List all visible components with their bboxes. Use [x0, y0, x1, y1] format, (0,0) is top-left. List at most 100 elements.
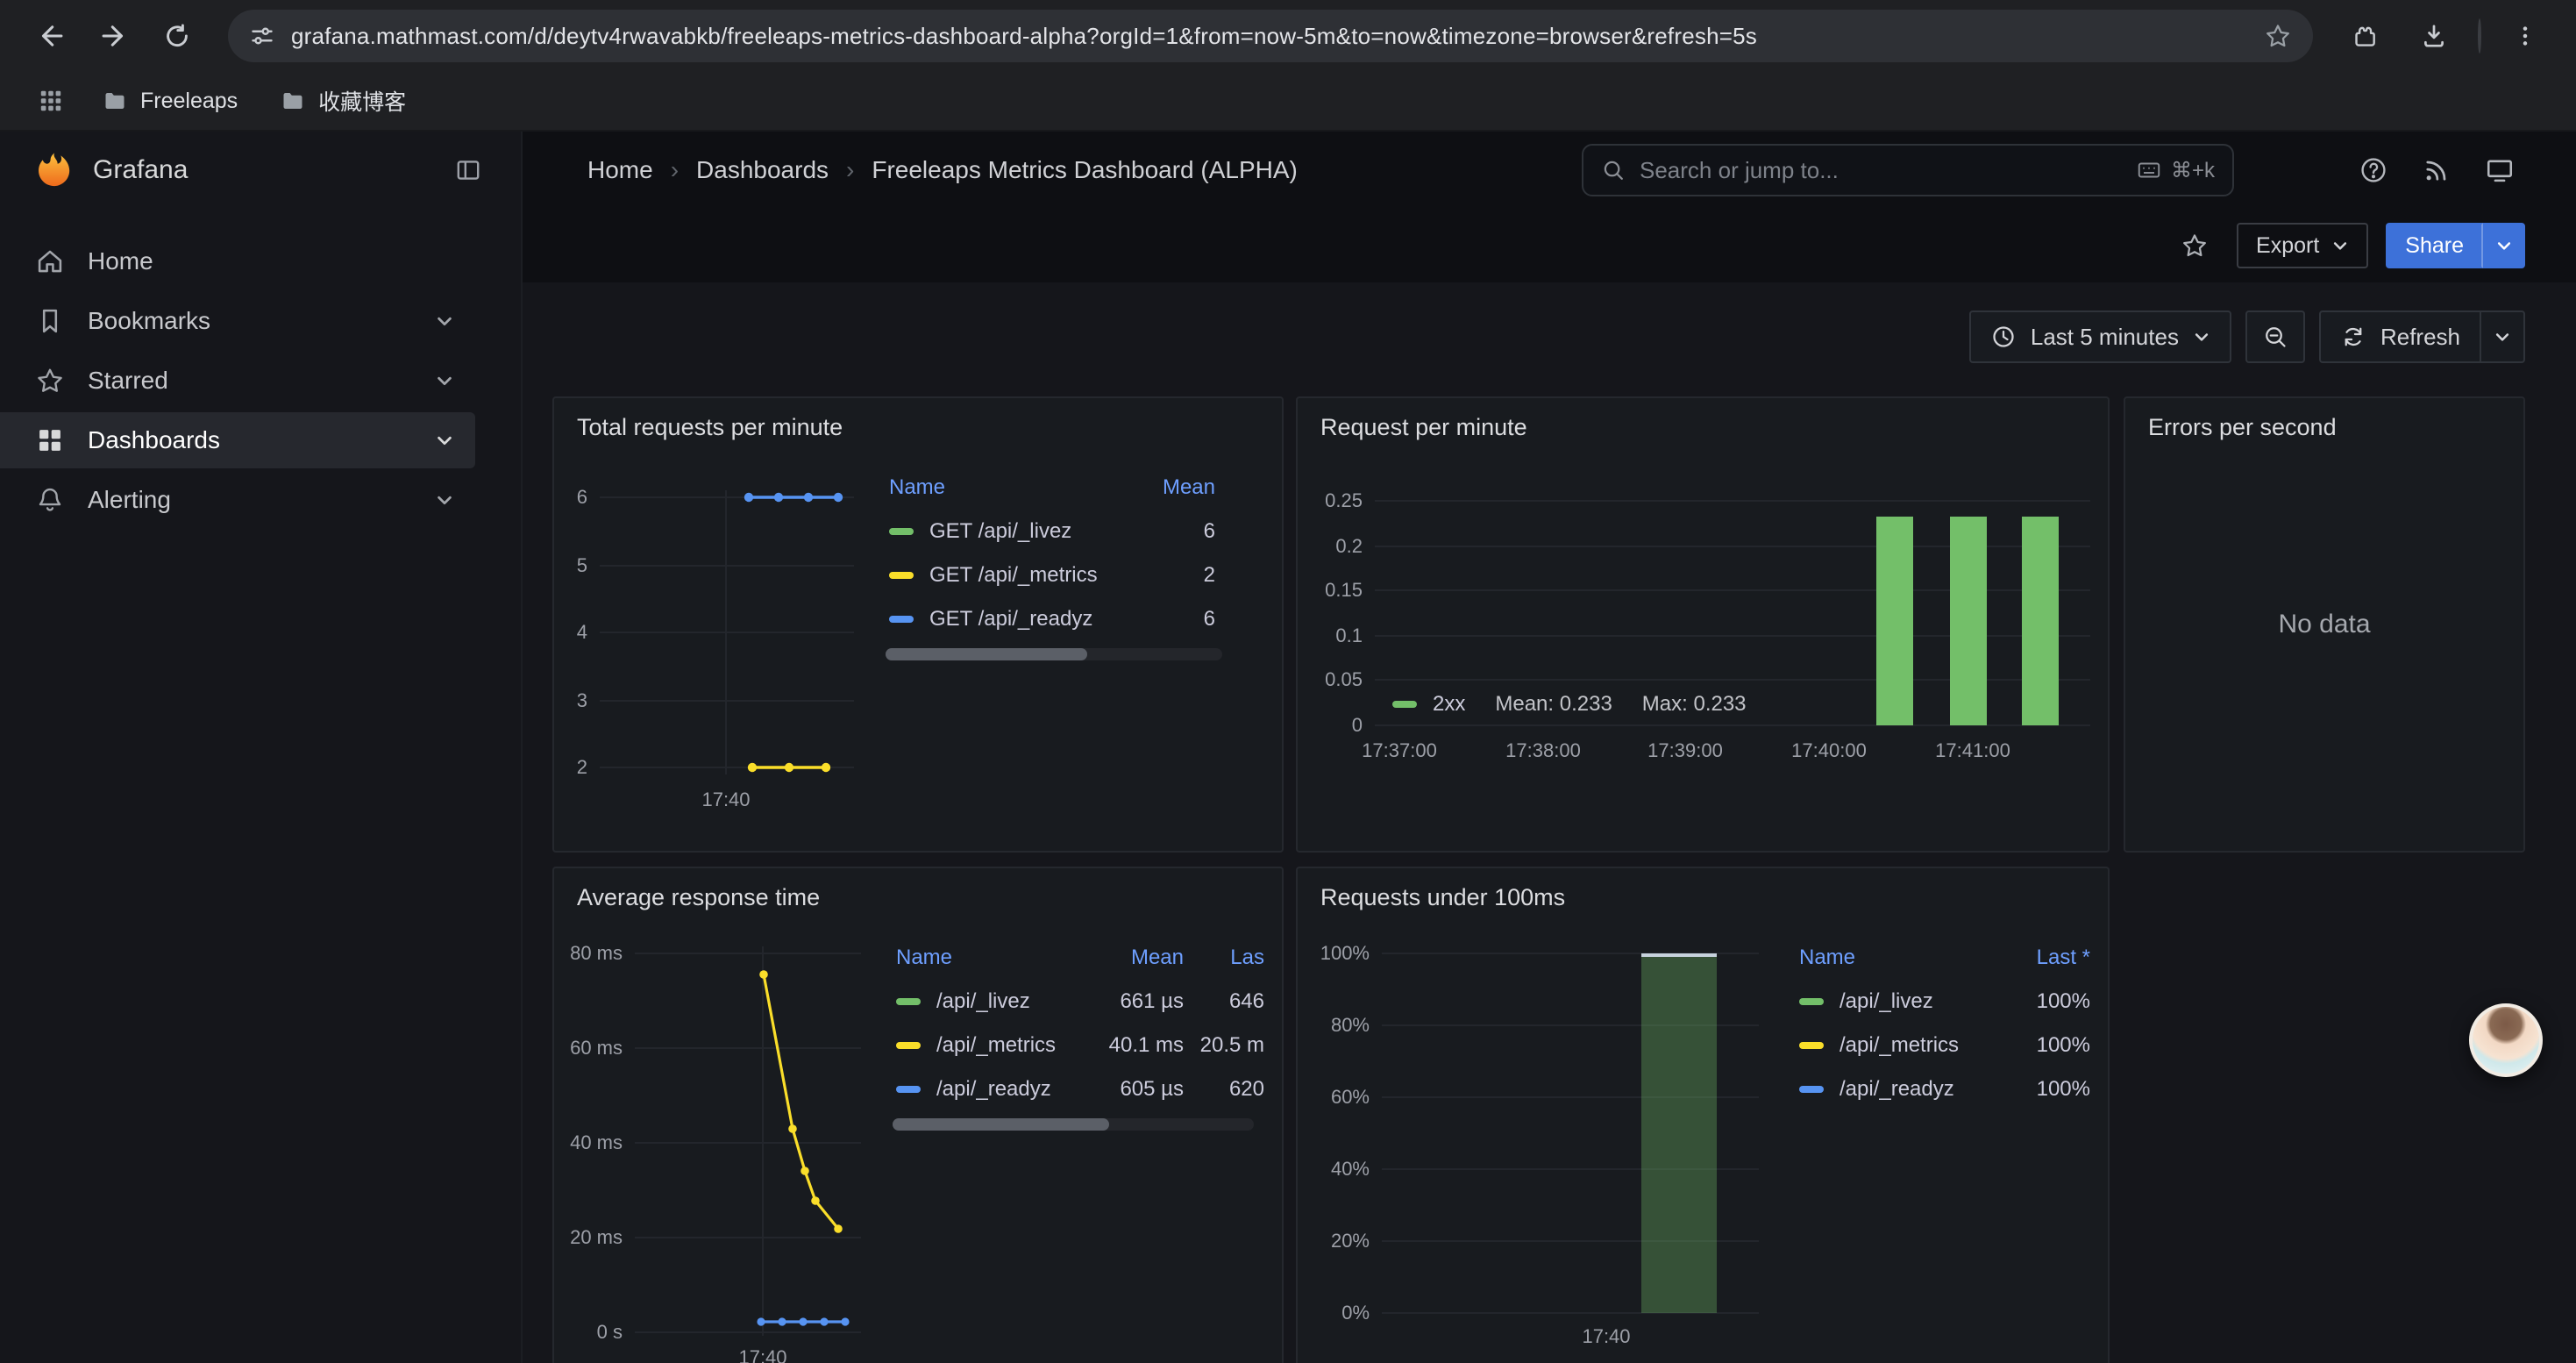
- apps-grid-icon[interactable]: [28, 78, 74, 124]
- legend-row[interactable]: GET /api/_metrics 2: [872, 553, 1264, 597]
- x-tick: 17:40: [738, 1346, 786, 1363]
- breadcrumb: Home › Dashboards › Freeleaps Metrics Da…: [523, 156, 1298, 184]
- panel-title[interactable]: Requests under 100ms: [1298, 868, 2108, 911]
- legend-col-name[interactable]: Name: [1799, 946, 1999, 970]
- breadcrumb-home[interactable]: Home: [587, 156, 653, 184]
- share-button[interactable]: Share: [2386, 223, 2483, 268]
- sidebar-item-dashboards[interactable]: Dashboards: [0, 412, 475, 468]
- sidebar-item-starred[interactable]: Starred: [0, 353, 475, 409]
- floating-assistant-avatar[interactable]: [2469, 1003, 2543, 1077]
- legend-col-name[interactable]: Name: [889, 475, 1121, 500]
- series-color-swatch: [1799, 1042, 1824, 1049]
- legend-col-name[interactable]: Name: [896, 946, 1082, 970]
- sidebar-item-label: Dashboards: [88, 426, 220, 454]
- search-input[interactable]: [1640, 157, 2122, 184]
- legend-row[interactable]: /api/_readyz 605 µs 620: [879, 1067, 1264, 1111]
- panel-errors-per-second: Errors per second No data: [2124, 396, 2525, 853]
- sidebar-item-alerting[interactable]: Alerting: [0, 472, 475, 528]
- share-dropdown-button[interactable]: [2483, 223, 2525, 268]
- y-tick: 6: [577, 486, 587, 509]
- y-tick: 0 s: [597, 1321, 623, 1344]
- legend-row[interactable]: /api/_livez 661 µs 646: [879, 980, 1264, 1024]
- reload-icon[interactable]: [151, 10, 203, 62]
- breadcrumb-dashboards[interactable]: Dashboards: [696, 156, 829, 184]
- search-box[interactable]: ⌘+k: [1582, 144, 2234, 196]
- bookmark-folder-freeleaps[interactable]: Freeleaps: [88, 81, 252, 121]
- y-tick: 0%: [1341, 1302, 1370, 1324]
- chevron-down-icon[interactable]: [435, 490, 454, 510]
- y-tick: 4: [577, 621, 587, 644]
- export-button[interactable]: Export: [2237, 223, 2368, 268]
- time-range-picker[interactable]: Last 5 minutes: [1969, 310, 2231, 363]
- sidebar-item-home[interactable]: Home: [0, 233, 475, 289]
- chevron-down-icon[interactable]: [435, 371, 454, 390]
- legend-horizontal-scrollbar[interactable]: [893, 1118, 1254, 1131]
- url-text[interactable]: grafana.mathmast.com/d/deytv4rwavabkb/fr…: [291, 23, 2248, 50]
- chevron-down-icon[interactable]: [435, 431, 454, 450]
- download-icon[interactable]: [2408, 10, 2460, 62]
- x-tick: 17:37:00: [1362, 739, 1437, 762]
- refresh-interval-dropdown[interactable]: [2481, 310, 2525, 363]
- legend-col-last[interactable]: Last *: [1999, 946, 2090, 970]
- help-icon[interactable]: [2359, 155, 2388, 185]
- legend-horizontal-scrollbar[interactable]: [886, 648, 1222, 660]
- panel-title[interactable]: Request per minute: [1298, 398, 2108, 441]
- panel-title[interactable]: Average response time: [554, 868, 1282, 911]
- legend-row[interactable]: /api/_readyz 100%: [1782, 1067, 2090, 1111]
- bookmark-folder-blogs[interactable]: 收藏博客: [266, 78, 420, 124]
- legend-row[interactable]: GET /api/_readyz 6: [872, 597, 1264, 641]
- avg-response-line-chart: 80 ms 60 ms 40 ms 20 ms 0 s: [572, 939, 861, 1339]
- dock-sidebar-icon[interactable]: [444, 146, 493, 195]
- series-color-swatch: [1392, 701, 1417, 708]
- rss-news-icon[interactable]: [2422, 155, 2451, 185]
- url-bar[interactable]: grafana.mathmast.com/d/deytv4rwavabkb/fr…: [228, 10, 2313, 62]
- series-color-swatch: [896, 998, 921, 1005]
- y-tick: 0.05: [1325, 668, 1363, 691]
- legend-row[interactable]: /api/_livez 100%: [1782, 980, 2090, 1024]
- site-settings-icon[interactable]: [249, 23, 275, 49]
- legend-inline: 2xx Mean: 0.233 Max: 0.233: [1392, 692, 1747, 717]
- extensions-icon[interactable]: [2338, 10, 2390, 62]
- panel-title[interactable]: Total requests per minute: [554, 398, 1282, 441]
- refresh-icon: [2340, 324, 2366, 350]
- y-tick: 40 ms: [570, 1131, 623, 1154]
- profile-avatar[interactable]: [2478, 20, 2481, 53]
- legend-series-name[interactable]: 2xx: [1433, 692, 1465, 717]
- search-shortcut: ⌘+k: [2171, 158, 2215, 183]
- x-tick: 17:40:00: [1791, 739, 1867, 762]
- sidebar-item-label: Home: [88, 247, 153, 275]
- panel-request-per-minute: Request per minute 0.25 0.2 0.15 0.1 0.0…: [1296, 396, 2110, 853]
- chevron-down-icon: [2494, 328, 2511, 346]
- browser-menu-icon[interactable]: [2499, 10, 2551, 62]
- bookmark-star-icon[interactable]: [2264, 22, 2292, 50]
- forward-icon[interactable]: [88, 10, 140, 62]
- y-tick: 20 ms: [570, 1226, 623, 1249]
- legend-col-last[interactable]: Las: [1184, 946, 1264, 970]
- grafana-header: Home › Dashboards › Freeleaps Metrics Da…: [523, 132, 2576, 209]
- legend-row[interactable]: /api/_metrics 40.1 ms 20.5 m: [879, 1024, 1264, 1067]
- back-icon[interactable]: [25, 10, 77, 62]
- legend-col-mean[interactable]: Mean: [1121, 475, 1215, 500]
- legend-stat-mean: Mean: 0.233: [1495, 692, 1612, 717]
- folder-icon: [280, 88, 306, 114]
- sidebar-item-bookmarks[interactable]: Bookmarks: [0, 293, 475, 349]
- x-tick: 17:39:00: [1647, 739, 1723, 762]
- breadcrumb-separator: ›: [671, 156, 679, 184]
- refresh-button[interactable]: Refresh: [2319, 310, 2481, 363]
- dashboards-icon: [35, 425, 65, 455]
- chevron-down-icon[interactable]: [435, 311, 454, 331]
- legend-col-mean[interactable]: Mean: [1082, 946, 1184, 970]
- chevron-down-icon: [2193, 328, 2210, 346]
- legend-row[interactable]: /api/_metrics 100%: [1782, 1024, 2090, 1067]
- breadcrumb-current[interactable]: Freeleaps Metrics Dashboard (ALPHA): [872, 156, 1298, 184]
- breadcrumb-separator: ›: [846, 156, 854, 184]
- series-color-swatch: [889, 616, 914, 623]
- y-tick: 60%: [1331, 1086, 1370, 1109]
- zoom-out-icon[interactable]: [2245, 310, 2305, 363]
- favorite-star-icon[interactable]: [2170, 221, 2219, 270]
- series-color-swatch: [1799, 998, 1824, 1005]
- kiosk-monitor-icon[interactable]: [2485, 155, 2515, 185]
- folder-icon: [102, 88, 128, 114]
- legend-row[interactable]: GET /api/_livez 6: [872, 510, 1264, 553]
- home-icon: [35, 246, 65, 276]
